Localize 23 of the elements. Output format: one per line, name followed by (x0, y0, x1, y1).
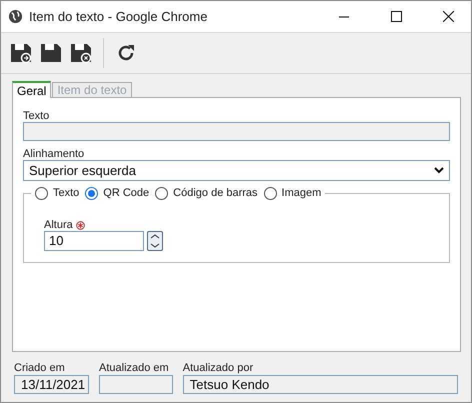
radio-option[interactable]: Código de barras (155, 186, 258, 200)
readonly-field: Tetsuo Kendo (182, 375, 458, 394)
radio-option[interactable]: Texto (35, 186, 80, 200)
radio-option[interactable]: Imagem (264, 186, 322, 200)
readonly-field: 13/11/2021 (14, 375, 89, 394)
chevron-down-icon (150, 243, 160, 248)
spinner-button[interactable] (147, 231, 163, 251)
field-label: Atualizado em (99, 362, 170, 374)
height-field[interactable]: 10 (44, 231, 144, 251)
field-label: Atualizado por (182, 362, 254, 374)
field-label: Alinhamento (23, 148, 86, 160)
globe-icon (8, 9, 23, 24)
close-icon[interactable] (442, 11, 454, 22)
field-label: Texto (23, 110, 50, 122)
window-title: Item do texto - Google Chrome (29, 9, 208, 24)
chevron-up-icon (150, 234, 160, 239)
field-label: Altura (44, 219, 73, 231)
maximize-icon[interactable] (390, 11, 402, 22)
radio-option[interactable]: QR Code (85, 186, 150, 200)
tab[interactable]: Geral (12, 81, 52, 98)
field-label: Criado em (14, 362, 66, 374)
chevron-down-icon (434, 167, 444, 174)
alignment-dropdown[interactable]: Superior esquerda (23, 160, 450, 181)
